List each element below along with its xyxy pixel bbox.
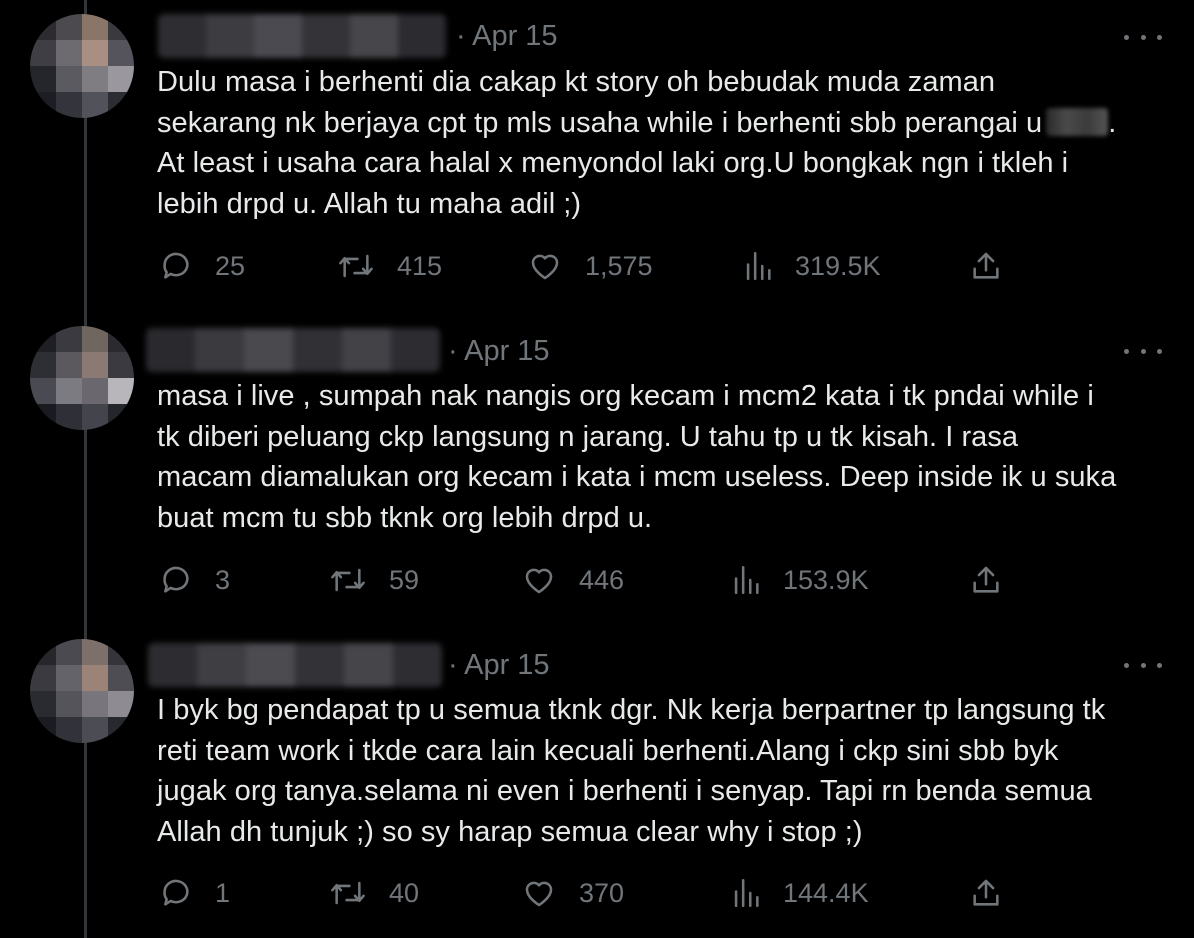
tweet-text-part: Dulu masa i berhenti dia cakap kt story … (157, 66, 1043, 139)
reply-button[interactable]: 1 (159, 873, 230, 913)
share-button[interactable] (969, 246, 1003, 286)
retweet-count: 59 (389, 564, 420, 595)
more-icon (1124, 348, 1129, 354)
views-count: 319.5K (795, 250, 881, 281)
like-count: 1,575 (585, 250, 653, 281)
reply-icon (163, 879, 189, 906)
retweet-count: 40 (389, 877, 420, 908)
more-options-button[interactable] (1120, 650, 1166, 680)
share-icon (973, 566, 999, 593)
more-icon (1124, 34, 1129, 40)
like-count: 370 (579, 877, 625, 908)
tweet[interactable]: · Apr 15 I byk bg pendapat tp u semua tk… (0, 629, 1194, 938)
share-icon (973, 252, 999, 279)
share-icon (973, 879, 999, 906)
retweet-count: 415 (397, 250, 443, 281)
views-count: 153.9K (783, 564, 869, 595)
share-button[interactable] (969, 560, 1003, 600)
more-icon-dot (1140, 348, 1146, 354)
author-name-redacted[interactable] (146, 328, 440, 372)
tweet-date[interactable]: · Apr 15 (448, 335, 550, 368)
more-icon-dot (1157, 348, 1162, 354)
more-icon-dot (1157, 34, 1162, 40)
views-icon (734, 878, 759, 908)
reply-button[interactable]: 3 (159, 560, 230, 600)
reply-icon (163, 566, 189, 593)
reply-icon (163, 252, 189, 279)
more-options-button[interactable] (1120, 336, 1166, 366)
more-icon-dot (1140, 662, 1146, 668)
tweet[interactable]: · Apr 15 masa i live , sumpah nak nangis… (0, 315, 1194, 625)
like-icon (525, 881, 553, 907)
more-icon-dot (1140, 34, 1146, 40)
tweet-text: Dulu masa i berhenti dia cakap kt story … (157, 62, 1177, 224)
tweet-date[interactable]: · Apr 15 (456, 20, 558, 53)
like-button[interactable]: 370 (521, 873, 624, 913)
like-button[interactable]: 1,575 (527, 246, 653, 286)
views-count: 144.4K (783, 877, 869, 908)
retweet-icon (331, 881, 365, 905)
views-icon (734, 565, 759, 595)
tweet-text: masa i live , sumpah nak nangis org keca… (157, 380, 1117, 534)
like-icon (525, 568, 553, 594)
reply-count: 1 (215, 877, 231, 908)
retweet-button[interactable]: 40 (329, 873, 419, 913)
avatar[interactable] (30, 14, 134, 118)
reply-button[interactable]: 25 (159, 246, 245, 286)
like-count: 446 (579, 564, 625, 595)
views-button[interactable]: 144.4K (731, 873, 869, 913)
more-icon (1124, 662, 1129, 668)
tweet-actions: 1 40 370 144.4K (157, 873, 1017, 913)
more-options-button[interactable] (1120, 22, 1166, 52)
views-button[interactable]: 319.5K (743, 246, 881, 286)
tweet-text: I byk bg pendapat tp u semua tknk dgr. N… (157, 694, 1106, 848)
author-name-redacted[interactable] (158, 14, 446, 58)
avatar[interactable] (30, 326, 134, 430)
tweet-date[interactable]: · Apr 15 (448, 649, 550, 682)
reply-count: 25 (215, 250, 246, 281)
views-icon (746, 251, 771, 281)
avatar[interactable] (30, 639, 134, 743)
like-button[interactable]: 446 (521, 560, 624, 600)
tweet-actions: 25 415 1,575 319.5K (157, 246, 1017, 286)
share-button[interactable] (969, 873, 1003, 913)
tweet[interactable]: · Apr 15 Dulu masa i berhenti dia cakap … (0, 0, 1194, 310)
tweet-actions: 3 59 446 153.9K (157, 560, 1017, 600)
retweet-icon (339, 254, 373, 278)
like-icon (531, 254, 559, 280)
more-icon-dot (1157, 662, 1162, 668)
retweet-button[interactable]: 59 (329, 560, 419, 600)
reply-count: 3 (215, 564, 231, 595)
author-name-redacted[interactable] (148, 643, 442, 687)
retweet-icon (331, 568, 365, 592)
views-button[interactable]: 153.9K (731, 560, 869, 600)
retweet-button[interactable]: 415 (337, 246, 442, 286)
redacted-name (1046, 107, 1109, 136)
